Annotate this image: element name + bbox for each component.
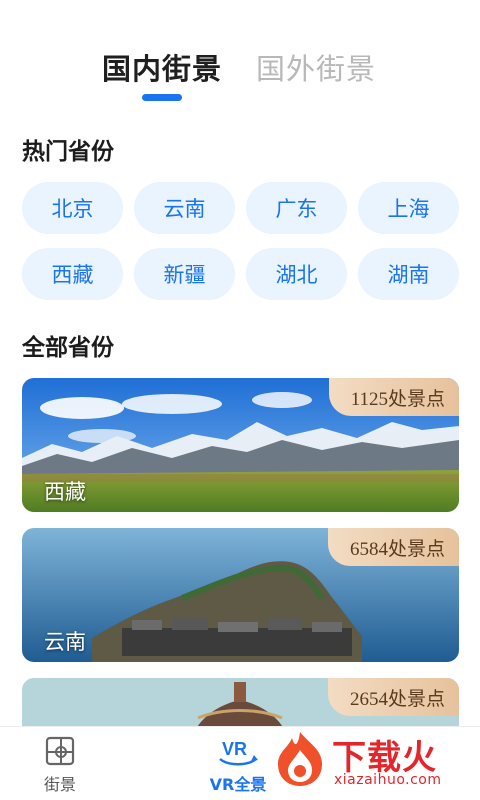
street-view-icon — [45, 736, 75, 766]
province-card-yunnan[interactable]: 6584处景点 云南 — [22, 528, 459, 662]
scenic-count-badge: 1125处景点 — [328, 378, 459, 416]
nav-label: VR全景 — [209, 775, 267, 794]
province-card-tibet[interactable]: 1125处景点 西藏 — [22, 378, 459, 512]
province-chip[interactable]: 湖北 — [246, 248, 347, 300]
tab-international[interactable]: 国外街景 — [256, 46, 376, 88]
all-provinces-title: 全部省份 — [22, 335, 114, 361]
province-chip[interactable]: 北京 — [22, 182, 123, 234]
nav-street-view[interactable]: 街景 — [20, 735, 100, 795]
province-chip[interactable]: 云南 — [134, 182, 235, 234]
tab-domestic[interactable]: 国内街景 — [102, 46, 222, 88]
province-chip[interactable]: 广东 — [246, 182, 347, 234]
active-tab-indicator — [142, 94, 182, 101]
nav-vr-panorama[interactable]: VR VR全景 — [198, 735, 278, 795]
hot-provinces-title: 热门省份 — [22, 139, 114, 165]
scenic-count-badge: 6584处景点 — [327, 528, 459, 566]
top-tabs: 国内街景 国外街景 — [0, 46, 480, 106]
flame-logo-icon — [278, 732, 322, 786]
scenic-count-badge: 2654处景点 — [327, 678, 459, 716]
province-chip[interactable]: 西藏 — [22, 248, 123, 300]
province-card-name: 西藏 — [44, 480, 86, 504]
watermark-url: xiazaihuo.com — [334, 772, 442, 788]
watermark-logo: 下载火 xiazaihuo.com — [270, 728, 470, 792]
province-chip[interactable]: 湖南 — [358, 248, 459, 300]
province-chip[interactable]: 上海 — [358, 182, 459, 234]
province-card-name: 云南 — [44, 630, 86, 654]
nav-label: 街景 — [43, 775, 76, 794]
province-chip[interactable]: 新疆 — [134, 248, 235, 300]
svg-text:VR: VR — [222, 739, 247, 759]
vr-icon: VR — [219, 739, 258, 766]
